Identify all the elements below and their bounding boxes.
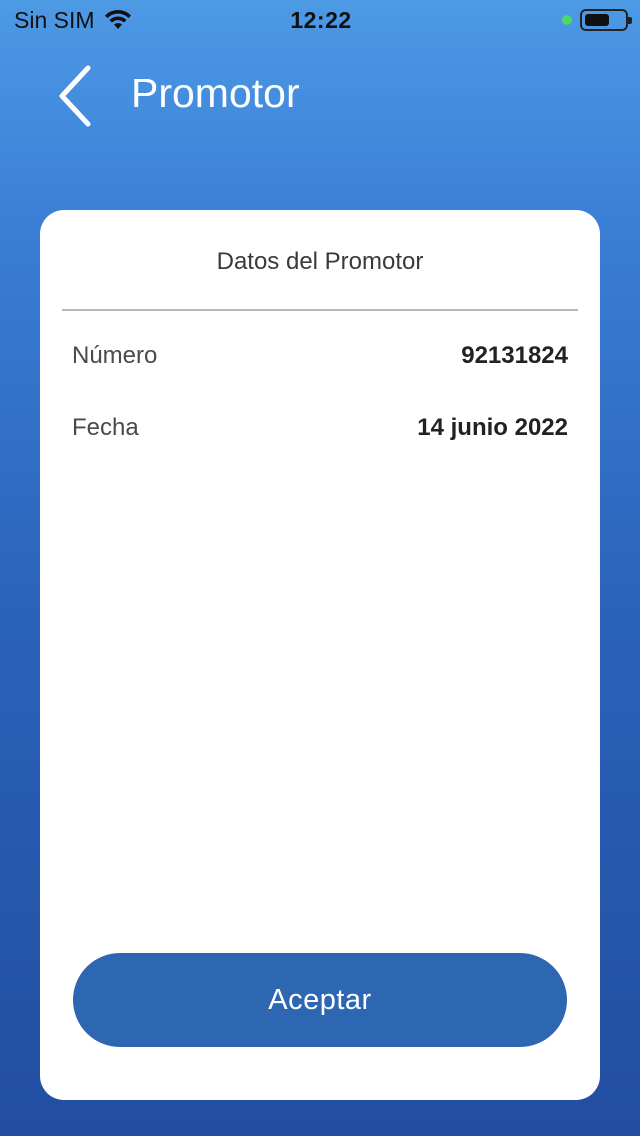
page-title: Promotor — [131, 70, 300, 116]
numero-value: 92131824 — [461, 342, 568, 369]
chevron-left-icon — [59, 65, 91, 127]
privacy-indicator-icon — [561, 15, 572, 25]
status-time: 12:22 — [290, 6, 352, 33]
status-bar: Sin SIM 12:22 — [0, 0, 640, 40]
fecha-row: Fecha 14 junio 2022 — [72, 408, 568, 448]
battery-icon — [579, 9, 632, 31]
nav-bar: Promotor — [0, 56, 640, 136]
numero-row: Número 92131824 — [72, 336, 568, 376]
promotor-card: Datos del Promotor Número 92131824 Fecha… — [40, 210, 600, 1100]
status-right — [428, 9, 632, 31]
fecha-value: 14 junio 2022 — [417, 414, 568, 441]
status-left: Sin SIM — [14, 7, 214, 34]
fecha-label: Fecha — [72, 414, 139, 441]
wifi-icon — [104, 9, 131, 29]
accept-button[interactable]: Aceptar — [73, 953, 567, 1047]
divider — [62, 309, 578, 311]
card-title: Datos del Promotor — [216, 248, 424, 275]
numero-label: Número — [72, 342, 158, 369]
back-button[interactable] — [52, 62, 102, 130]
carrier-label: Sin SIM — [14, 6, 95, 33]
